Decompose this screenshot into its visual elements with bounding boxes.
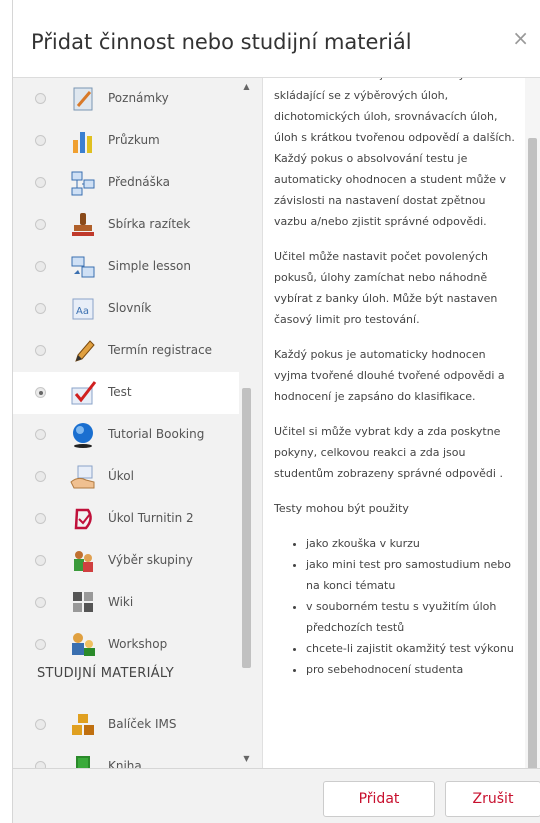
module-description: Modul Test umožňuje vkládat testy skláda…: [274, 78, 519, 680]
list-item: jako mini test pro samostudium nebo na k…: [306, 554, 519, 596]
option-label: Přednáška: [108, 175, 170, 189]
description-paragraph: Testy mohou být použity: [274, 502, 409, 515]
radio-button[interactable]: [35, 177, 46, 188]
list-scrollbar-thumb[interactable]: [242, 388, 251, 668]
wiki-icon: [73, 592, 93, 612]
group-choice-icon: [74, 551, 93, 572]
option-label: Poznámky: [108, 91, 169, 105]
add-button[interactable]: Přidat: [323, 781, 435, 817]
list-item: chcete-li zajistit okamžitý test výkonu: [306, 638, 519, 659]
option-pruzkum[interactable]: Průzkum: [13, 120, 239, 162]
dialog-title: Přidat činnost nebo studijní materiál: [31, 30, 412, 54]
radio-button[interactable]: [35, 555, 46, 566]
option-poznamky[interactable]: Poznámky: [13, 78, 239, 120]
option-tutorial-booking[interactable]: Tutorial Booking: [13, 414, 239, 456]
description-paragraph: Modul Test umožňuje vkládat testy skláda…: [274, 78, 515, 228]
option-kniha[interactable]: Kniha: [13, 746, 239, 768]
stamp-icon: [72, 213, 94, 236]
survey-icon: [73, 132, 92, 153]
scroll-up-arrow-icon[interactable]: ▲: [242, 82, 251, 92]
option-label: Tutorial Booking: [108, 427, 205, 441]
option-slovnik[interactable]: Aa Slovník: [13, 288, 239, 330]
option-prednaska[interactable]: Přednáška: [13, 162, 239, 204]
radio-button[interactable]: [35, 513, 46, 524]
option-label: Wiki: [108, 595, 134, 609]
option-label: Sbírka razítek: [108, 217, 191, 231]
list-item: pro sebehodnocení studenta: [306, 659, 519, 680]
lesson-icon: [71, 171, 95, 196]
option-vyber-skupiny[interactable]: Výběr skupiny: [13, 540, 239, 582]
scroll-down-arrow-icon[interactable]: ▼: [242, 754, 251, 764]
option-label: Průzkum: [108, 133, 160, 147]
book-icon: [76, 756, 90, 768]
radio-button-checked[interactable]: [35, 387, 46, 398]
pencil-icon: [75, 340, 95, 362]
option-label: Výběr skupiny: [108, 553, 193, 567]
option-workshop[interactable]: Workshop: [13, 624, 239, 666]
option-label: Test: [108, 385, 132, 399]
uses-list: jako zkouška v kurzu jako mini test pro …: [274, 533, 519, 680]
svg-text:Aa: Aa: [76, 306, 89, 317]
resources-heading: STUDIJNÍ MATERIÁLY: [37, 666, 174, 681]
option-label: Úkol Turnitin 2: [108, 511, 194, 525]
close-icon[interactable]: ×: [512, 26, 529, 50]
radio-button[interactable]: [35, 135, 46, 146]
option-simple-lesson[interactable]: Simple lesson: [13, 246, 239, 288]
option-termin-registrace[interactable]: Termín registrace: [13, 330, 239, 372]
radio-button[interactable]: [35, 303, 46, 314]
dialog-header: Přidat činnost nebo studijní materiál ×: [13, 0, 540, 78]
option-label: Simple lesson: [108, 259, 191, 273]
cancel-button[interactable]: Zrušit: [445, 781, 540, 817]
add-activity-dialog: Přidat činnost nebo studijní materiál × …: [12, 0, 540, 823]
description-pane: Modul Test umožňuje vkládat testy skláda…: [263, 78, 540, 768]
option-ukol-turnitin-2[interactable]: Úkol Turnitin 2: [13, 498, 239, 540]
turnitin-icon: [74, 508, 92, 530]
option-sbirka-razitek[interactable]: Sbírka razítek: [13, 204, 239, 246]
radio-button[interactable]: [35, 429, 46, 440]
list-item: v souborném testu s využitím úloh předch…: [306, 596, 519, 638]
option-ukol[interactable]: Úkol: [13, 456, 239, 498]
radio-button[interactable]: [35, 761, 46, 768]
list-item: jako zkouška v kurzu: [306, 533, 519, 554]
radio-button[interactable]: [35, 639, 46, 650]
quiz-check-icon: [71, 381, 97, 405]
option-label: Workshop: [108, 637, 168, 651]
radio-button[interactable]: [35, 345, 46, 356]
option-label: Termín registrace: [108, 343, 213, 357]
description-paragraph: Učitel může nastavit počet povolených po…: [274, 250, 498, 326]
option-label: Slovník: [108, 301, 152, 315]
radio-button[interactable]: [35, 597, 46, 608]
option-label: Úkol: [108, 469, 134, 483]
ims-package-icon: [72, 714, 94, 735]
simple-lesson-icon: [71, 256, 95, 278]
description-paragraph: Každý pokus je automaticky hodnocen vyjm…: [274, 348, 505, 403]
radio-button[interactable]: [35, 471, 46, 482]
option-label: Balíček IMS: [108, 717, 177, 731]
radio-button[interactable]: [35, 261, 46, 272]
radio-button[interactable]: [35, 93, 46, 104]
globe-icon: [73, 423, 93, 448]
option-label: Kniha: [108, 759, 142, 768]
description-paragraph: Učitel si může vybrat kdy a zda poskytne…: [274, 425, 503, 480]
page-left-edge: [0, 0, 12, 823]
description-scrollbar-thumb[interactable]: [528, 138, 537, 768]
dialog-footer: Přidat Zrušit: [13, 768, 540, 823]
assignment-hand-icon: [70, 465, 95, 489]
option-test[interactable]: Test: [13, 372, 239, 414]
option-wiki[interactable]: Wiki: [13, 582, 239, 624]
radio-button[interactable]: [35, 219, 46, 230]
option-balicek-ims[interactable]: Balíček IMS: [13, 704, 239, 746]
radio-button[interactable]: [35, 719, 46, 730]
notes-icon: [73, 87, 93, 111]
glossary-icon: Aa: [72, 298, 94, 320]
activity-list-pane: Poznámky Průzkum Přednáška Sbírka razíte…: [13, 78, 263, 768]
workshop-icon: [72, 633, 95, 656]
